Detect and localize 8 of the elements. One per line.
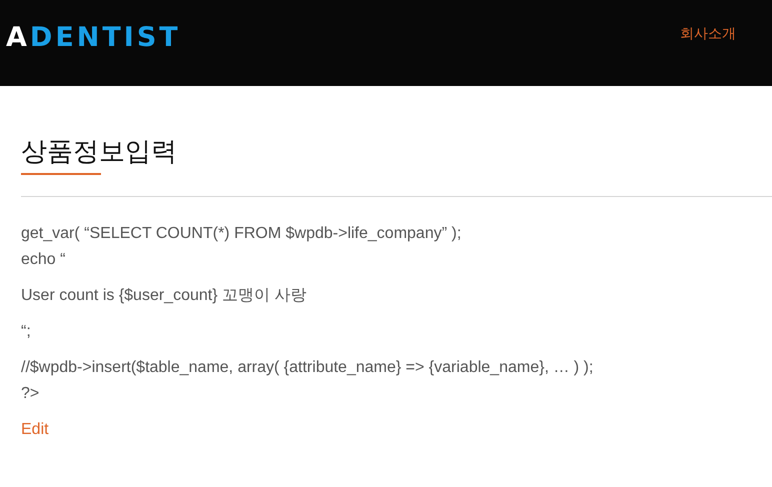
logo[interactable]: ADENTIST bbox=[6, 22, 181, 52]
nav-link[interactable]: 회사소개 bbox=[680, 25, 736, 43]
code-paragraph: User count is {$user_count} 꼬맹이 사랑 bbox=[21, 286, 308, 306]
code-paragraph: //$wpdb->insert($table_name, array( {attribute_name} => {variable_name}, … ) ); ?> bbox=[21, 358, 594, 404]
code-paragraph: get_var( “SELECT COUNT(*) FROM $wpdb->life_company” ); echo “ bbox=[21, 224, 462, 270]
page-title: 상품정보입력 bbox=[21, 136, 178, 169]
code-paragraph: “; bbox=[21, 322, 32, 342]
edit-link[interactable]: Edit bbox=[21, 417, 49, 443]
